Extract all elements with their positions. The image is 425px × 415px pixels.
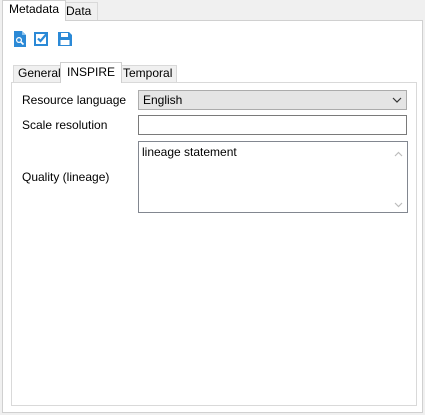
vertical-scrollbar[interactable] bbox=[390, 142, 407, 212]
scroll-up-icon[interactable] bbox=[394, 148, 403, 157]
tab-temporal[interactable]: Temporal bbox=[118, 65, 178, 82]
quality-lineage-value: lineage statement bbox=[142, 145, 237, 159]
scale-resolution-input[interactable] bbox=[138, 115, 407, 135]
resource-language-select[interactable]: English bbox=[138, 90, 407, 110]
resource-language-label: Resource language bbox=[22, 93, 127, 107]
tab-temporal-label: Temporal bbox=[123, 66, 173, 80]
tab-data-label: Data bbox=[66, 4, 92, 18]
tab-general-label: General bbox=[18, 66, 61, 80]
document-search-icon[interactable] bbox=[11, 30, 29, 48]
save-icon[interactable] bbox=[56, 30, 74, 48]
scale-resolution-label: Scale resolution bbox=[22, 118, 108, 132]
resource-language-value: English bbox=[143, 93, 183, 107]
checkbox-icon[interactable] bbox=[33, 30, 51, 48]
scroll-down-icon[interactable] bbox=[394, 198, 403, 208]
tab-general[interactable]: General bbox=[13, 65, 66, 82]
tab-metadata-label: Metadata bbox=[9, 2, 60, 16]
quality-lineage-label: Quality (lineage) bbox=[22, 170, 110, 184]
quality-lineage-textarea[interactable]: lineage statement bbox=[138, 141, 408, 213]
chevron-down-icon bbox=[391, 94, 403, 106]
tab-inspire-label: INSPIRE bbox=[67, 65, 116, 79]
tab-inspire[interactable]: INSPIRE bbox=[60, 62, 123, 83]
tab-metadata[interactable]: Metadata bbox=[2, 0, 67, 21]
